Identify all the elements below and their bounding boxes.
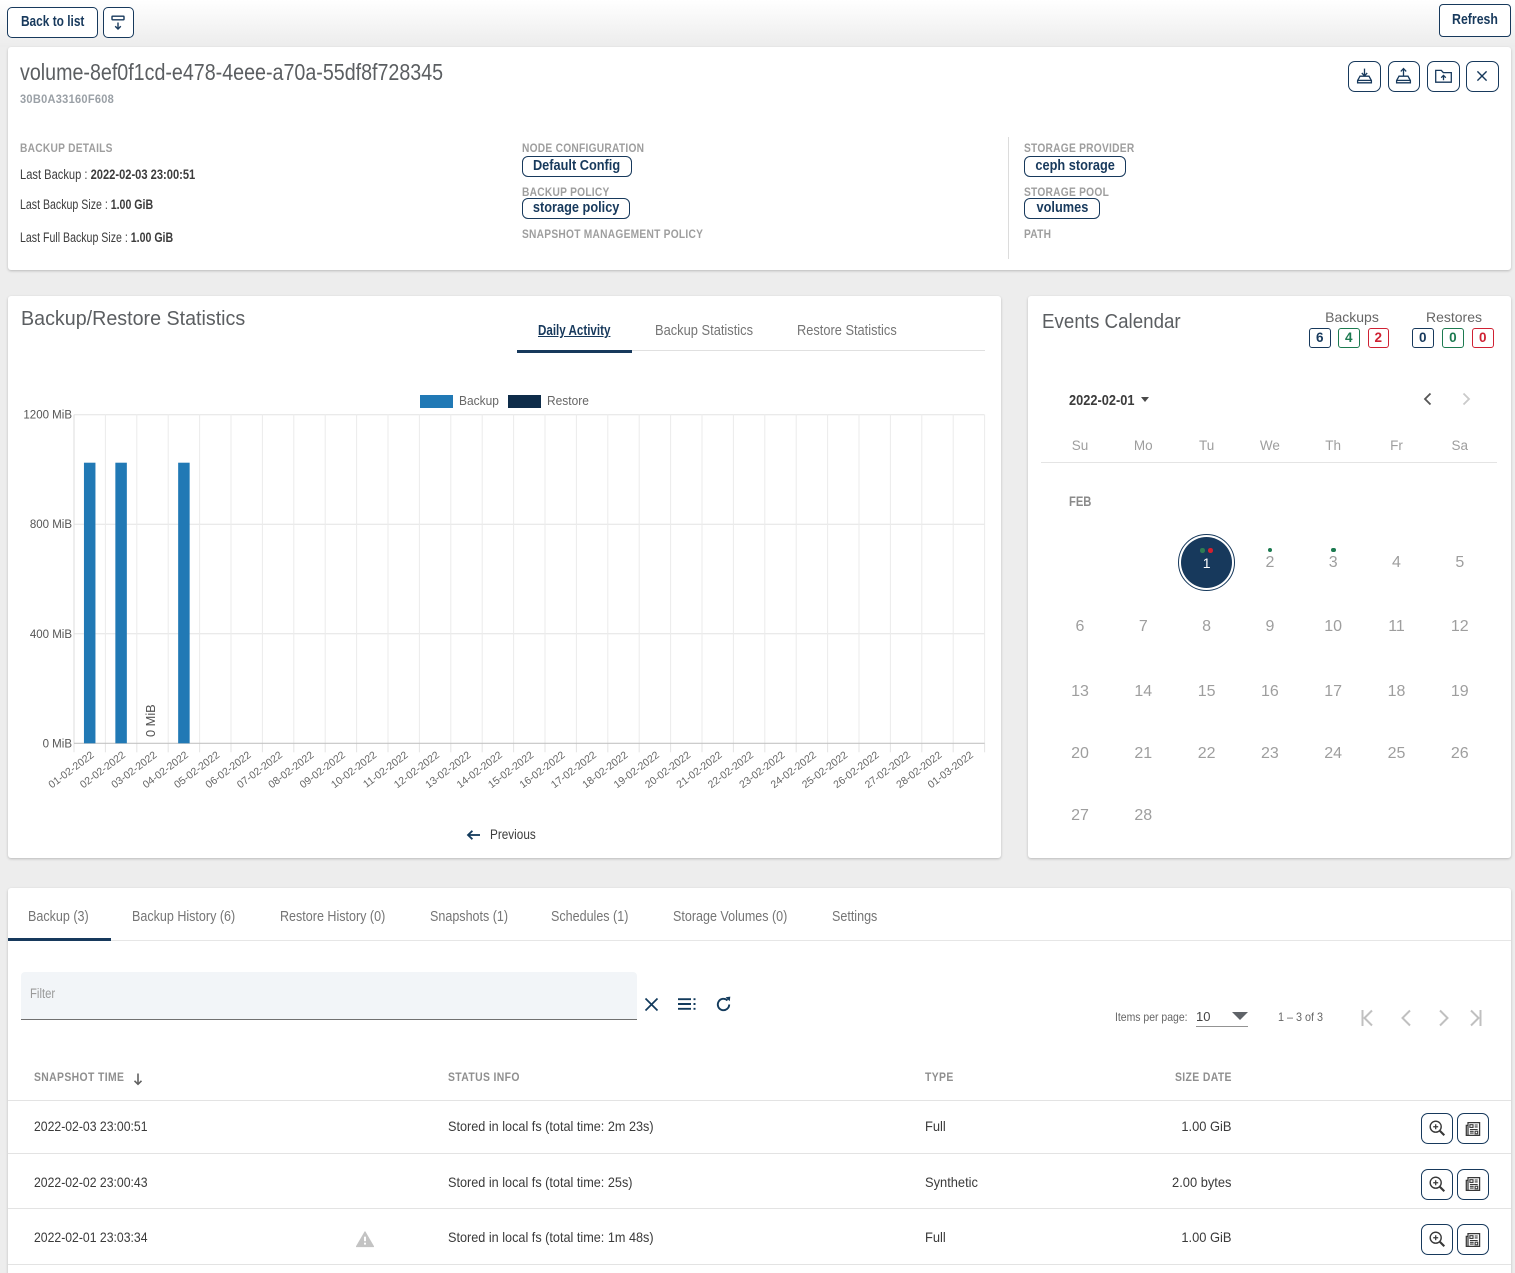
svg-text:400 MiB: 400 MiB xyxy=(30,629,73,641)
svg-text:0 MiB: 0 MiB xyxy=(43,738,73,750)
svg-text:0 MiB: 0 MiB xyxy=(143,704,158,737)
svg-text:800 MiB: 800 MiB xyxy=(30,519,73,531)
svg-text:1200 MiB: 1200 MiB xyxy=(23,410,72,422)
